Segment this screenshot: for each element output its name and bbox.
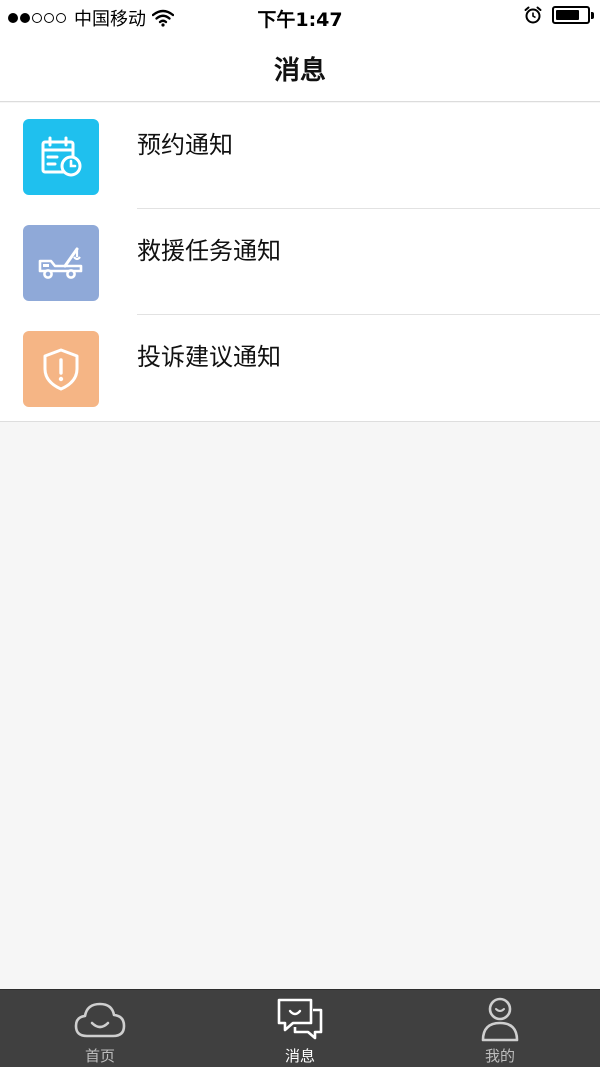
list-item-label: 预约通知 [137, 131, 233, 159]
status-bar: 中国移动 下午1:47 [0, 0, 600, 34]
message-list: 预约通知 救援任务通知 投诉建议通知 [0, 103, 600, 422]
cloud-smile-icon [74, 1002, 126, 1038]
page-title: 消息 [273, 56, 326, 86]
battery-level [556, 10, 579, 20]
status-time: 下午1:47 [257, 9, 343, 31]
tab-label: 首页 [84, 1047, 115, 1065]
tab-label: 我的 [484, 1047, 515, 1065]
tab-messages[interactable]: 消息 [200, 990, 400, 1067]
tab-profile[interactable]: 我的 [400, 990, 600, 1067]
list-item-label: 投诉建议通知 [137, 343, 281, 371]
list-item-rescue-task[interactable]: 救援任务通知 [0, 209, 600, 315]
battery-icon [552, 6, 594, 24]
list-item-appointment[interactable]: 预约通知 [0, 103, 600, 209]
calendar-clock-icon [41, 136, 82, 177]
rescue-icon-tile [23, 225, 99, 301]
tab-bar: 首页 消息 我的 [0, 989, 600, 1067]
shield-alert-icon [43, 348, 79, 391]
appointment-icon-tile [23, 119, 99, 195]
nav-bar: 消息 [0, 34, 600, 102]
tow-truck-icon [38, 247, 83, 279]
list-item-complaint[interactable]: 投诉建议通知 [0, 315, 600, 421]
status-right [524, 6, 594, 24]
tab-home[interactable]: 首页 [0, 990, 200, 1067]
screen: 中国移动 下午1:47 消息 预约通知 救援任务通知 投诉建议通知 首页 消息 … [0, 0, 600, 1067]
complaint-icon-tile [23, 331, 99, 407]
list-item-label: 救援任务通知 [137, 237, 281, 265]
chat-bubbles-icon [277, 998, 323, 1040]
tab-label: 消息 [284, 1047, 315, 1065]
alarm-icon [524, 6, 542, 24]
person-icon [481, 997, 519, 1042]
